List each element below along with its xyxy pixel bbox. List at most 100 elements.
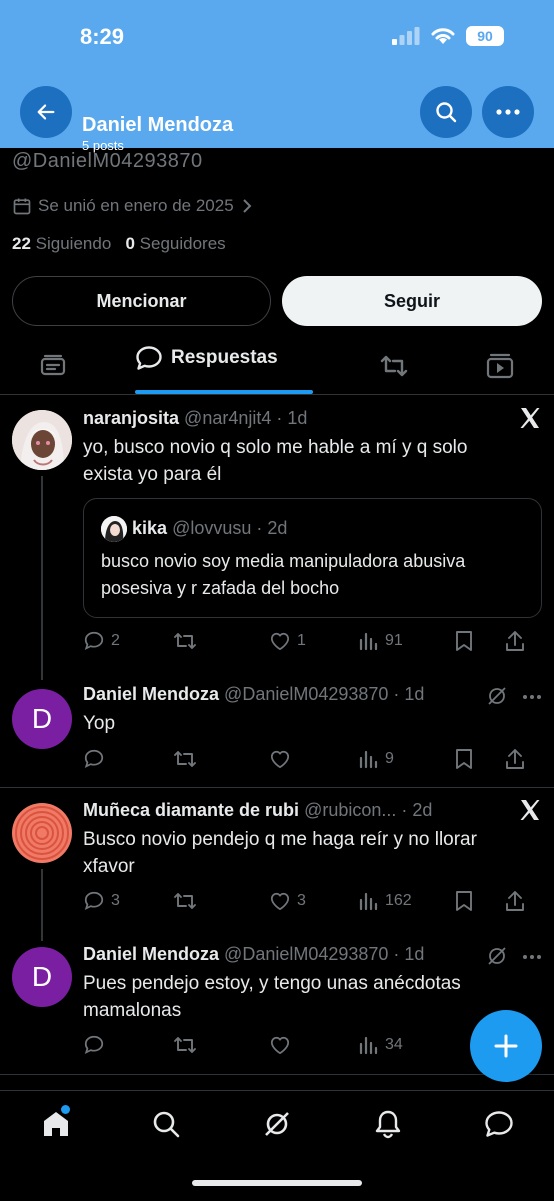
avatar-image [12, 410, 72, 470]
post-menu-button[interactable] [522, 694, 542, 700]
quote-text-line: busco novio soy media manipuladora abusi… [101, 551, 466, 571]
x-logo-icon [520, 408, 540, 428]
quote-author-meta: @lovvusu · 2d [172, 518, 288, 538]
reply-button[interactable] [83, 1034, 173, 1056]
video-tab-icon [486, 353, 514, 379]
author-name[interactable]: Daniel Mendoza [83, 944, 219, 964]
search-button[interactable] [420, 86, 472, 138]
grok-badge[interactable] [486, 685, 508, 707]
like-count: 3 [297, 892, 306, 909]
more-dots-icon [496, 109, 520, 115]
reply-button[interactable]: 2 [83, 630, 173, 652]
followers-count: 0 [125, 234, 135, 253]
nav-notifications[interactable] [374, 1109, 402, 1139]
views-button[interactable]: 34 [359, 1035, 455, 1055]
profile-handle: @DanielM04293870 [12, 150, 203, 172]
bookmark-button[interactable] [455, 890, 505, 912]
nav-search[interactable] [152, 1110, 180, 1138]
post-header: naranjosita @nar4njit4 · 1d [83, 408, 307, 429]
view-count: 34 [385, 1036, 403, 1053]
reply-button[interactable]: 3 [83, 890, 173, 912]
post-actions: 2 1 91 [83, 630, 543, 652]
status-icons: 90 [392, 26, 504, 46]
following-count: 22 [12, 234, 31, 253]
reply-icon [84, 1035, 104, 1054]
analytics-icon [359, 1036, 378, 1055]
wifi-icon [431, 28, 455, 44]
more-button[interactable] [482, 86, 534, 138]
reply-icon [84, 749, 104, 768]
x-logo-badge [518, 406, 542, 430]
followers-label: Seguidores [139, 234, 226, 253]
post-header: Daniel Mendoza @DanielM04293870 · 1d [83, 944, 424, 965]
views-button[interactable]: 91 [359, 631, 455, 651]
x-logo-icon [520, 800, 540, 820]
views-button[interactable]: 162 [359, 891, 455, 911]
repost-button[interactable] [173, 890, 269, 912]
author-name[interactable]: Muñeca diamante de rubi [83, 800, 299, 820]
bookmark-icon [456, 891, 472, 911]
share-button[interactable] [505, 630, 525, 652]
post-divider [0, 787, 554, 788]
avatar[interactable]: D [12, 689, 72, 749]
join-date-row[interactable]: Se unió en enero de 2025 [12, 196, 254, 216]
tab-replies[interactable]: Respuestas [135, 345, 278, 371]
arrow-left-icon [37, 104, 55, 120]
like-button[interactable]: 3 [269, 891, 359, 911]
share-icon [506, 749, 524, 769]
status-time: 8:29 [80, 24, 125, 49]
post-actions: 3 3 162 [83, 890, 543, 912]
repost-icon [174, 893, 196, 909]
nav-grok[interactable] [263, 1110, 291, 1138]
repost-button[interactable] [173, 630, 269, 652]
thread-line [41, 476, 43, 680]
compose-button[interactable] [470, 1010, 542, 1082]
post-header: Muñeca diamante de rubi @rubicon... · 2d [83, 800, 432, 821]
author-name[interactable]: Daniel Mendoza [83, 684, 219, 704]
mention-button[interactable]: Mencionar [12, 276, 271, 326]
followers-link[interactable]: 0 Seguidores [125, 234, 225, 253]
following-link[interactable]: 22 Siguiendo [12, 234, 111, 253]
reply-button[interactable] [83, 748, 173, 770]
post-menu-button[interactable] [522, 954, 542, 960]
post-text: Yop [83, 710, 115, 737]
nav-home[interactable] [42, 1110, 70, 1138]
thread-line [41, 869, 43, 941]
home-indicator [192, 1180, 362, 1186]
post-text: yo, busco novio q solo me hable a mí y q… [83, 434, 523, 488]
post-header: Daniel Mendoza @DanielM04293870 · 1d [83, 684, 424, 705]
avatar[interactable] [12, 410, 72, 470]
share-button[interactable] [505, 890, 525, 912]
author-name[interactable]: naranjosita [83, 408, 179, 428]
nav-messages[interactable] [484, 1110, 514, 1138]
posts-tab-icon [40, 354, 66, 376]
tab-media[interactable] [486, 353, 514, 379]
post-text-line: Pues pendejo estoy, y tengo unas anécdot… [83, 973, 461, 994]
bookmark-button[interactable] [455, 748, 505, 770]
notification-dot [61, 1105, 70, 1114]
author-meta: @nar4njit4 · 1d [184, 408, 308, 428]
following-label: Siguiendo [35, 234, 112, 253]
grok-badge[interactable] [486, 945, 508, 967]
follow-button[interactable]: Seguir [282, 276, 542, 326]
reply-count: 2 [111, 632, 120, 649]
avatar[interactable] [12, 803, 72, 863]
tab-replies-label: Respuestas [171, 347, 278, 368]
repost-icon [174, 1037, 196, 1053]
view-count: 91 [385, 632, 403, 649]
repost-button[interactable] [173, 748, 269, 770]
quote-header: kika @lovvusu · 2d [132, 518, 287, 539]
back-button[interactable] [20, 86, 72, 138]
repost-button[interactable] [173, 1034, 269, 1056]
like-button[interactable] [269, 1035, 359, 1055]
views-button[interactable]: 9 [359, 749, 455, 769]
like-button[interactable]: 1 [269, 631, 359, 651]
tab-reposts[interactable] [379, 353, 409, 379]
bookmark-button[interactable] [455, 630, 505, 652]
calendar-icon [13, 198, 31, 215]
share-button[interactable] [505, 748, 525, 770]
like-button[interactable] [269, 749, 359, 769]
tab-posts[interactable] [40, 354, 66, 378]
share-icon [506, 891, 524, 911]
avatar[interactable]: D [12, 947, 72, 1007]
